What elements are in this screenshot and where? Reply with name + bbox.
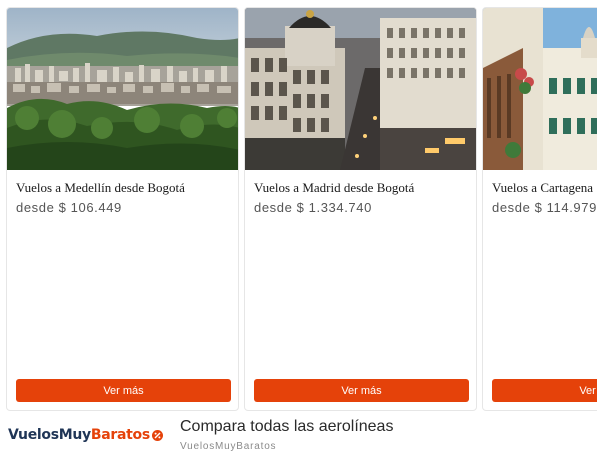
card-price: desde $ 1.334.740 [254, 200, 372, 215]
card-price: desde $ 106.449 [16, 200, 122, 215]
card-image-cartagena[interactable] [483, 8, 597, 170]
medellin-photo [7, 8, 238, 170]
brand-logo[interactable]: VuelosMuy Baratos [8, 427, 163, 443]
madrid-photo [245, 8, 476, 170]
ad-footer[interactable]: VuelosMuy Baratos Compara todas las aerol… [0, 414, 597, 475]
card-title[interactable]: Vuelos a Cartagena [492, 180, 593, 196]
card-image-madrid[interactable] [245, 8, 476, 170]
brand-logo-part-b: Baratos [90, 427, 150, 443]
card-price: desde $ 114.979 [492, 200, 597, 215]
card-title[interactable]: Vuelos a Madrid desde Bogotá [254, 180, 414, 196]
card-medellin[interactable]: Vuelos a Medellín desde Bogotá desde $ 1… [6, 7, 239, 411]
card-image-medellin[interactable] [7, 8, 238, 170]
tag-icon [151, 429, 163, 441]
ver-mas-button[interactable]: Ver más [254, 379, 469, 402]
card-title[interactable]: Vuelos a Medellín desde Bogotá [16, 180, 185, 196]
cartagena-photo [483, 8, 597, 170]
ver-mas-button[interactable]: Ver más [16, 379, 231, 402]
brand-logo-part-a: VuelosMuy [8, 427, 91, 443]
ver-mas-button[interactable]: Ver más [492, 379, 597, 402]
ad-carousel-viewport: Vuelos a Medellín desde Bogotá desde $ 1… [0, 0, 597, 475]
ad-headline[interactable]: Compara todas las aerolíneas [180, 418, 393, 436]
ad-advertiser[interactable]: VuelosMuyBaratos [180, 441, 276, 452]
card-cartagena[interactable]: Vuelos a Cartagena desde $ 114.979 Ver m… [482, 7, 597, 411]
card-madrid[interactable]: Vuelos a Madrid desde Bogotá desde $ 1.3… [244, 7, 477, 411]
card-carousel[interactable]: Vuelos a Medellín desde Bogotá desde $ 1… [6, 7, 597, 411]
